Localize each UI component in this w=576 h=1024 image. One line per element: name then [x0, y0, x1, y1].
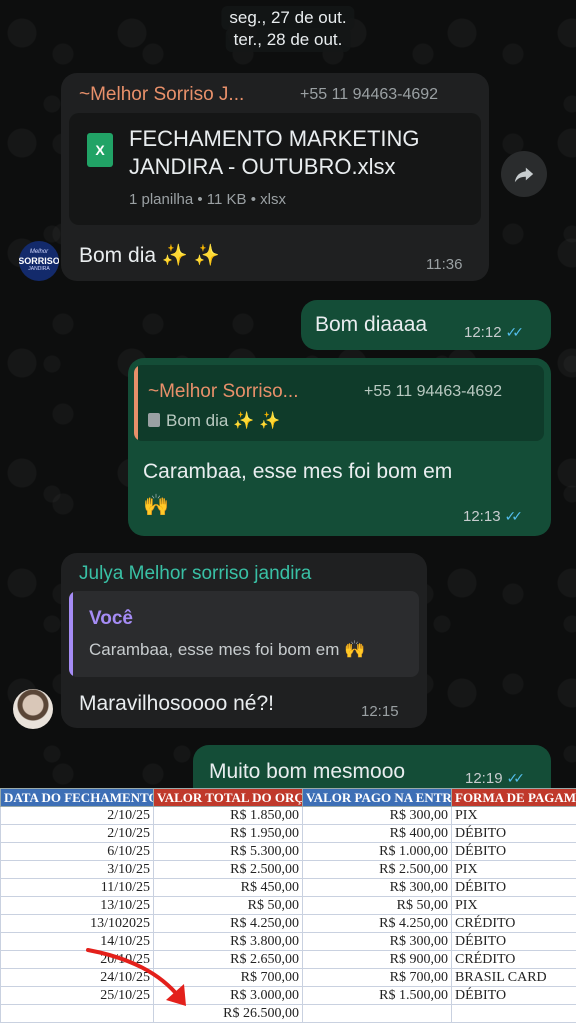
sender-name[interactable]: ~Melhor Sorriso J...	[79, 84, 244, 106]
quote-phone: +55 11 94463-4692	[364, 383, 503, 400]
spreadsheet-image: DATA DO FECHAMENTO VALOR TOTAL DO ORÇAME…	[0, 788, 576, 1024]
outgoing-message-bubble[interactable]: ~Melhor Sorriso... +55 11 94463-4692 Bom…	[128, 358, 551, 536]
message-time: 12:13 ✓✓	[463, 508, 524, 525]
incoming-message-bubble[interactable]: ~Melhor Sorriso J... +55 11 94463-4692 X…	[61, 73, 489, 281]
red-arrow-annotation	[86, 948, 186, 1006]
message-time: 12:19 ✓✓	[465, 770, 526, 787]
avatar-text: SORRISO	[19, 256, 59, 266]
reply-quote[interactable]: Você Carambaa, esse mes foi bom em 🙌	[69, 591, 419, 677]
document-meta: 1 planilha • 11 KB • xlsx	[129, 191, 286, 208]
outgoing-message-bubble[interactable]: Bom diaaaa 12:12 ✓✓	[301, 300, 551, 350]
reply-quote[interactable]: ~Melhor Sorriso... +55 11 94463-4692 Bom…	[134, 365, 544, 441]
file-name-line: JANDIRA - OUTUBRO.xlsx	[129, 154, 396, 179]
time-text: 12:12	[464, 324, 502, 341]
excel-file-icon: X	[87, 133, 113, 167]
message-time: 12:12 ✓✓	[464, 324, 525, 341]
read-receipt-icon: ✓✓	[505, 324, 525, 340]
time-text: 12:13	[463, 508, 501, 525]
read-receipt-icon: ✓✓	[506, 770, 526, 786]
message-time: 11:36	[426, 256, 463, 273]
avatar-melhor-sorriso[interactable]: Melhor SORRISO JANDIRA	[19, 241, 59, 281]
date-separator: seg., 27 de out.	[221, 6, 355, 30]
quote-bar	[134, 365, 138, 441]
sender-phone: +55 11 94463-4692	[300, 86, 439, 103]
sender-name[interactable]: Julya Melhor sorriso jandira	[79, 563, 311, 585]
quote-sender: Você	[89, 608, 134, 629]
forward-button[interactable]	[501, 151, 547, 197]
avatar-julya[interactable]	[13, 689, 53, 729]
document-small-icon	[148, 413, 160, 427]
quote-sender: ~Melhor Sorriso...	[148, 381, 299, 402]
file-name-line: FECHAMENTO MARKETING	[129, 126, 420, 151]
message-line: Carambaa, esse mes foi bom em	[143, 460, 453, 483]
avatar-text: JANDIRA	[28, 266, 50, 272]
quote-bar	[69, 591, 73, 677]
date-separator: ter., 28 de out.	[225, 28, 351, 52]
read-receipt-icon: ✓✓	[504, 508, 524, 524]
message-text: Bom diaaaa	[315, 313, 428, 336]
quote-text: Bom dia ✨ ✨	[148, 411, 280, 431]
document-file-name: FECHAMENTO MARKETING JANDIRA - OUTUBRO.x…	[129, 125, 420, 181]
message-text: Maravilhosoooo né?!	[79, 692, 274, 715]
document-attachment[interactable]: X FECHAMENTO MARKETING JANDIRA - OUTUBRO…	[69, 113, 481, 225]
quote-text: Carambaa, esse mes foi bom em 🙌	[89, 640, 366, 659]
arrow-stroke	[86, 948, 182, 1000]
message-time: 12:15	[361, 703, 399, 720]
incoming-message-bubble[interactable]: Julya Melhor sorriso jandira Você Caramb…	[61, 553, 427, 728]
forward-icon	[514, 167, 534, 183]
quote-text-content: Bom dia ✨ ✨	[166, 411, 281, 430]
message-line: 🙌	[143, 494, 170, 517]
message-text: Muito bom mesmooo	[209, 760, 406, 783]
avatar-text: Melhor	[29, 249, 49, 255]
message-text: Carambaa, esse mes foi bom em 🙌	[143, 458, 452, 520]
time-text: 12:19	[465, 770, 503, 787]
message-text: Bom dia ✨ ✨	[79, 244, 221, 267]
